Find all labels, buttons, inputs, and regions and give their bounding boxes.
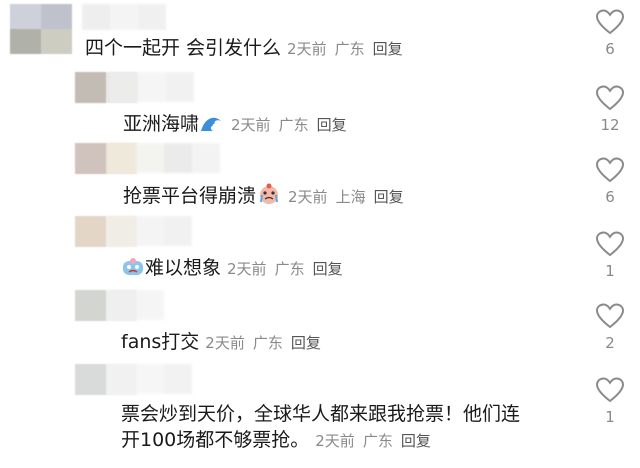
- heart-outline-icon: [595, 85, 625, 111]
- like-button[interactable]: 1: [590, 230, 630, 280]
- reply-button[interactable]: 回复: [291, 334, 321, 352]
- heart-outline-icon: [595, 303, 625, 329]
- heart-outline-icon: [595, 377, 625, 403]
- comment-text: fans打交 2天前 广东 回复: [121, 331, 321, 353]
- username[interactable]: [108, 364, 208, 394]
- heart-outline-icon: [595, 157, 625, 183]
- comment-time: 2天前: [315, 432, 355, 450]
- like-button[interactable]: 6: [590, 156, 630, 206]
- comment-location: 广东: [274, 260, 305, 278]
- comment-time: 2天前: [287, 40, 327, 58]
- comment-location: 广东: [334, 40, 365, 58]
- reply-button[interactable]: 回复: [313, 260, 343, 278]
- comment-text: 抢票平台得崩溃 2天前 上海 回复: [123, 183, 404, 211]
- reply-button[interactable]: 回复: [373, 40, 403, 58]
- heart-outline-icon: [595, 9, 625, 35]
- username[interactable]: [110, 72, 210, 102]
- like-count: 1: [605, 408, 615, 426]
- comment-time: 2天前: [288, 188, 328, 206]
- like-button[interactable]: 12: [590, 84, 630, 134]
- like-count: 6: [605, 40, 615, 58]
- comment-text-line-2: 开100场都不够票抢。 2天前 广东 回复: [121, 429, 431, 451]
- comment-location: 上海: [335, 188, 366, 206]
- like-count: 2: [605, 334, 615, 352]
- reply-button[interactable]: 回复: [401, 432, 431, 450]
- like-button[interactable]: 6: [590, 8, 630, 58]
- reply-button[interactable]: 回复: [374, 188, 404, 206]
- like-button[interactable]: 2: [590, 302, 630, 352]
- comment-text-line-1: 票会炒到天价，全球华人都来跟我抢票！他们连: [121, 403, 521, 425]
- comment-text: 难以想象 2天前 广东 回复: [121, 256, 343, 283]
- crying-face-emoji: [256, 183, 282, 211]
- wave-emoji: [199, 113, 225, 139]
- like-button[interactable]: 1: [590, 376, 630, 426]
- username[interactable]: [108, 216, 208, 246]
- comment-text: 四个一起开 会引发什么 2天前 广东 回复: [85, 37, 403, 59]
- comment-location: 广东: [362, 432, 393, 450]
- username[interactable]: [82, 4, 166, 30]
- comment-time: 2天前: [231, 116, 271, 134]
- comment-time: 2天前: [205, 334, 245, 352]
- comment-time: 2天前: [227, 260, 267, 278]
- comment-location: 广东: [252, 334, 283, 352]
- like-count: 1: [605, 262, 615, 280]
- comment-location: 广东: [278, 116, 309, 134]
- like-count: 12: [600, 116, 620, 134]
- like-count: 6: [605, 188, 615, 206]
- username[interactable]: [108, 290, 174, 320]
- comment-text: 亚洲海啸 2天前 广东 回复: [123, 112, 347, 139]
- username[interactable]: [108, 143, 228, 173]
- heart-outline-icon: [595, 231, 625, 257]
- avatar[interactable]: [10, 4, 72, 54]
- reply-button[interactable]: 回复: [317, 116, 347, 134]
- crying-sticker-emoji: [121, 257, 145, 283]
